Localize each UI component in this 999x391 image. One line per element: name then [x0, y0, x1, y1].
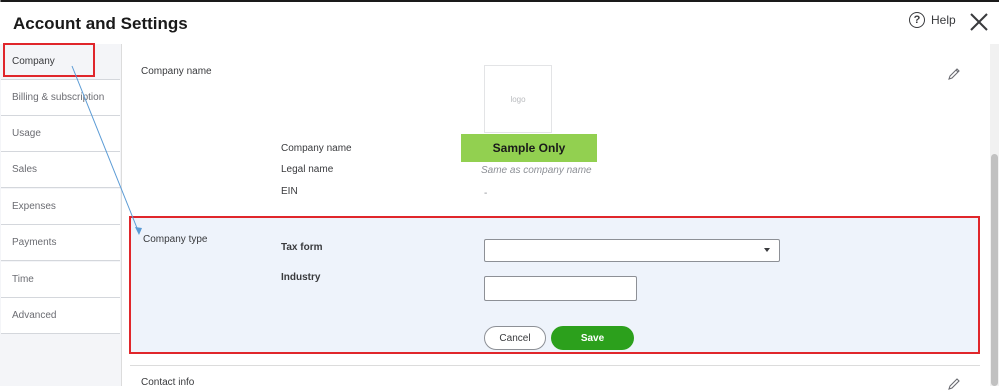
industry-input[interactable] [484, 276, 637, 301]
logo-upload[interactable]: logo [484, 65, 552, 133]
cancel-button[interactable]: Cancel [484, 326, 546, 350]
help-button[interactable]: ? Help [909, 12, 956, 28]
company-type-section-label: Company type [143, 234, 208, 245]
legal-name-value: Same as company name [481, 165, 592, 176]
ein-field-label: EIN [281, 186, 298, 197]
save-button[interactable]: Save [551, 326, 634, 350]
sidebar-item-time[interactable]: Time [1, 262, 120, 298]
sidebar-item-billing-subscription[interactable]: Billing & subscription [1, 80, 120, 116]
edit-pencil-icon[interactable] [947, 377, 961, 391]
legal-name-field-label: Legal name [281, 164, 334, 175]
tax-form-label: Tax form [281, 242, 323, 253]
help-label: Help [931, 13, 956, 27]
company-highlight-box [3, 43, 95, 77]
vertical-scrollbar[interactable] [990, 44, 999, 386]
sidebar-item-payments[interactable]: Payments [1, 225, 120, 261]
scrollbar-thumb[interactable] [991, 154, 998, 386]
company-type-section: Company type Tax form Industry Cancel Sa… [129, 216, 980, 354]
sidebar-item-usage[interactable]: Usage [1, 116, 120, 152]
company-name-field-label: Company name [281, 143, 352, 154]
contact-info-section-label: Contact info [141, 377, 195, 388]
edit-pencil-icon[interactable] [947, 67, 961, 81]
section-divider [130, 365, 980, 366]
sidebar-item-advanced[interactable]: Advanced [1, 298, 120, 334]
dialog-header: Account and Settings ? Help [0, 2, 999, 44]
ein-value: - [484, 188, 488, 199]
question-circle-icon: ? [909, 12, 925, 28]
sidebar-item-expenses[interactable]: Expenses [1, 189, 120, 225]
company-name-value: Sample Only [461, 134, 597, 162]
close-icon[interactable] [968, 11, 990, 33]
company-name-section-label: Company name [141, 66, 212, 77]
industry-label: Industry [281, 272, 321, 283]
page-title: Account and Settings [13, 14, 188, 33]
dropdown-arrow-icon [764, 248, 770, 252]
sidebar-item-sales[interactable]: Sales [1, 152, 120, 188]
logo-placeholder-text: logo [510, 94, 526, 104]
tax-form-select[interactable] [484, 239, 780, 262]
